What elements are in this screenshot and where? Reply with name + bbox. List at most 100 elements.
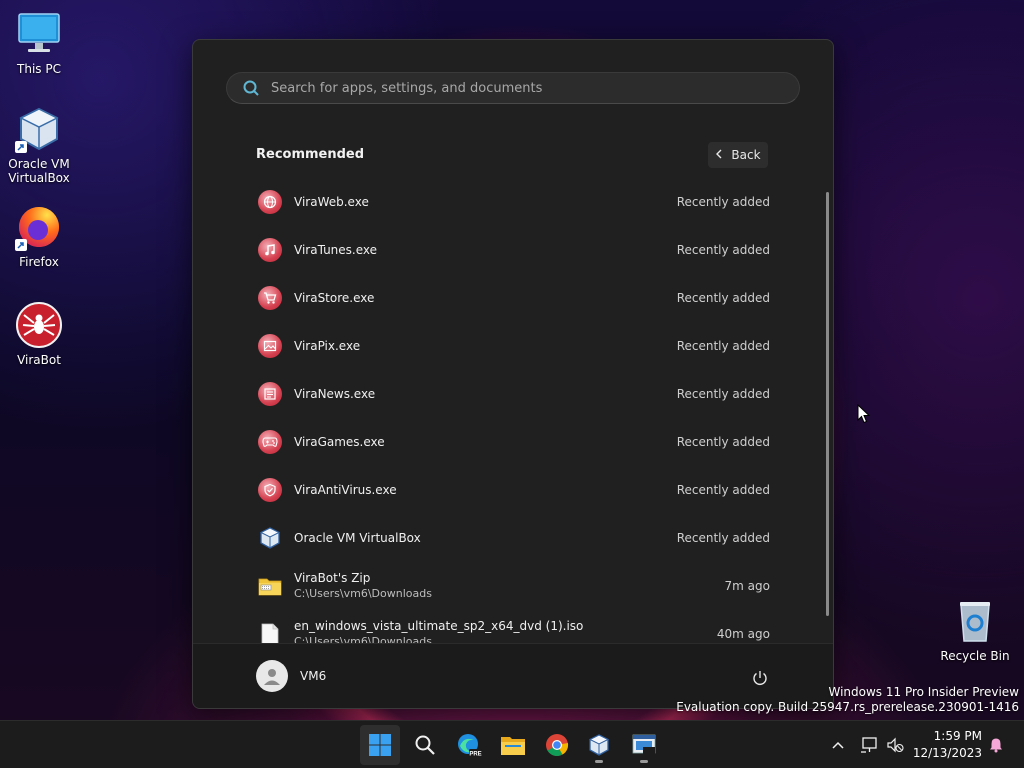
list-item[interactable]: ViraPix.exe Recently added [248, 322, 778, 370]
taskbar-edge-button[interactable]: PRE [449, 725, 489, 765]
windows-logo-icon [369, 734, 391, 756]
item-time: 7m ago [724, 579, 770, 593]
folder-icon [501, 737, 525, 755]
item-name: ViraNews.exe [294, 386, 376, 401]
back-button[interactable]: Back [708, 142, 768, 168]
cart-icon [256, 284, 284, 312]
item-time: Recently added [676, 531, 770, 545]
user-icon [264, 669, 280, 685]
virtualbox-icon [588, 734, 610, 756]
taskbar-chrome-button[interactable] [537, 725, 577, 765]
list-item[interactable]: ViraWeb.exe Recently added [248, 178, 778, 226]
list-item[interactable]: ViraNews.exe Recently added [248, 370, 778, 418]
desktop-icon-label: Recycle Bin [940, 649, 1010, 663]
vm-window-icon [632, 734, 656, 755]
recommended-heading: Recommended [256, 147, 365, 162]
chevron-up-icon [832, 741, 844, 749]
clock-date: 12/13/2023 [912, 746, 982, 760]
taskbar-file-explorer-button[interactable] [493, 725, 533, 765]
item-name: ViraWeb.exe [294, 194, 369, 209]
running-indicator [595, 760, 603, 763]
item-time: Recently added [676, 387, 770, 401]
clock[interactable]: 1:59 PM 12/13/2023 [912, 728, 982, 762]
search-icon [241, 78, 261, 98]
desktop-icon-label: Oracle VM VirtualBox [8, 157, 70, 185]
desktop-icon-this-pc[interactable]: This PC [1, 10, 77, 76]
desktop-icon-label: ViraBot [17, 353, 61, 367]
item-time: Recently added [676, 195, 770, 209]
item-name: ViraStore.exe [294, 290, 375, 305]
desktop-icon-label: Firefox [19, 255, 59, 269]
user-name[interactable]: VM6 [300, 669, 326, 683]
item-name: ViraGames.exe [294, 434, 385, 449]
taskbar-vm-window-button[interactable] [624, 725, 664, 765]
list-item[interactable]: ViraBot's Zip C:\Users\vm6\Downloads 7m … [248, 562, 778, 610]
recommended-list: ViraWeb.exe Recently added ViraTunes.exe… [248, 178, 778, 646]
item-time: Recently added [676, 243, 770, 257]
firefox-icon [15, 203, 63, 251]
item-time: Recently added [676, 435, 770, 449]
chevron-left-icon [715, 148, 723, 162]
tray-overflow-button[interactable] [828, 721, 848, 768]
mouse-cursor-icon [857, 403, 871, 428]
item-name: ViraTunes.exe [294, 242, 378, 257]
globe-icon [256, 188, 284, 216]
chrome-icon [546, 734, 569, 756]
monitor-icon [15, 10, 63, 58]
image-icon [256, 332, 284, 360]
shield-icon [256, 476, 284, 504]
edge-icon: PRE [458, 734, 482, 758]
edge-pre-badge: PRE [469, 752, 481, 758]
item-time: 40m ago [716, 627, 770, 641]
item-name: en_windows_vista_ultimate_sp2_x64_dvd (1… [294, 619, 584, 633]
desktop-icon-virtualbox[interactable]: Oracle VM VirtualBox [1, 105, 77, 185]
music-icon [256, 236, 284, 264]
zip-folder-icon [256, 572, 284, 600]
item-path: C:\Users\vm6\Downloads [294, 587, 432, 600]
volume-muted-icon [887, 737, 904, 753]
scrollbar[interactable] [826, 192, 829, 616]
desktop-icon-label: This PC [17, 62, 61, 76]
search-input[interactable] [269, 79, 773, 97]
list-item[interactable]: ViraStore.exe Recently added [248, 274, 778, 322]
item-name: ViraAntiVirus.exe [294, 482, 397, 497]
virtualbox-icon [15, 105, 63, 153]
network-status-button[interactable] [858, 721, 880, 768]
notifications-button[interactable] [986, 721, 1006, 768]
desktop-icon-virabot[interactable]: ViraBot [1, 301, 77, 367]
list-item[interactable]: ViraAntiVirus.exe Recently added [248, 466, 778, 514]
list-item[interactable]: en_windows_vista_ultimate_sp2_x64_dvd (1… [248, 610, 778, 646]
virtualbox-icon [256, 524, 284, 552]
newspaper-icon [256, 380, 284, 408]
start-button[interactable] [360, 725, 400, 765]
running-indicator [640, 760, 648, 763]
item-time: Recently added [676, 483, 770, 497]
list-item[interactable]: ViraGames.exe Recently added [248, 418, 778, 466]
search-icon [415, 735, 435, 755]
volume-button[interactable] [884, 721, 906, 768]
item-time: Recently added [676, 291, 770, 305]
spider-icon [15, 301, 63, 349]
shortcut-arrow-icon [15, 239, 27, 251]
list-item[interactable]: Oracle VM VirtualBox Recently added [248, 514, 778, 562]
desktop-icon-recycle-bin[interactable]: Recycle Bin [936, 597, 1014, 663]
list-item[interactable]: ViraTunes.exe Recently added [248, 226, 778, 274]
bell-icon [990, 738, 1002, 753]
item-name: ViraBot's Zip [294, 571, 371, 585]
watermark-line-2: Evaluation copy. Build 25947.rs_prerelea… [676, 700, 1019, 714]
taskbar: PRE 1:59 PM 12/13/2023 [0, 720, 1024, 768]
avatar[interactable] [256, 660, 288, 692]
taskbar-search-button[interactable] [405, 725, 445, 765]
watermark-line-1: Windows 11 Pro Insider Preview [828, 685, 1019, 699]
item-name: Oracle VM VirtualBox [294, 530, 421, 545]
search-bar[interactable] [226, 72, 800, 104]
taskbar-virtualbox-button[interactable] [579, 725, 619, 765]
shortcut-arrow-icon [15, 141, 27, 153]
recycle-bin-icon [951, 597, 999, 645]
item-name: ViraPix.exe [294, 338, 361, 353]
item-time: Recently added [676, 339, 770, 353]
clock-time: 1:59 PM [933, 729, 982, 743]
network-ethernet-icon [861, 737, 877, 753]
desktop-icon-firefox[interactable]: Firefox [1, 203, 77, 269]
back-button-label: Back [731, 148, 761, 162]
